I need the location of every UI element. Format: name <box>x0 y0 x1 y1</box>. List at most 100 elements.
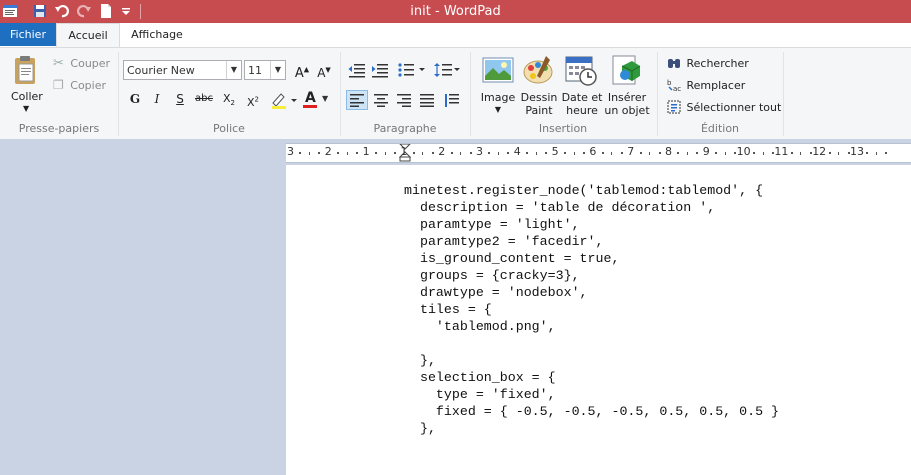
copy-icon: ❐ <box>53 78 64 92</box>
scissors-icon: ✂ <box>53 56 64 71</box>
editing-group-label: Édition <box>700 122 740 135</box>
select-all-button[interactable]: Sélectionner tout <box>667 100 781 114</box>
insert-object-button[interactable]: Insérer un objet <box>603 91 651 117</box>
ruler-tick <box>762 152 764 155</box>
object-label-line1: Insérer <box>607 91 647 104</box>
calendar-clock-icon[interactable] <box>565 54 597 86</box>
ruler-tick <box>318 152 321 154</box>
align-left-icon <box>350 94 364 107</box>
ruler-label: 1 <box>362 145 370 158</box>
paragraph-group-label: Paragraphe <box>373 122 437 135</box>
ruler-tick <box>866 152 869 154</box>
bullet-list-icon[interactable] <box>397 62 427 78</box>
strikethrough-button[interactable]: abc <box>194 89 214 109</box>
ruler-tick <box>299 152 302 154</box>
ruler-tick <box>696 152 699 154</box>
insert-object-icon[interactable] <box>610 54 642 86</box>
paint-drawing-button[interactable]: Dessin Paint <box>517 91 561 117</box>
paste-dropdown-icon[interactable]: ▼ <box>23 104 29 113</box>
justify-icon[interactable] <box>419 93 435 107</box>
paste-icon[interactable] <box>10 54 42 86</box>
document-line: is_ground_content = true, <box>419 251 620 266</box>
document-text[interactable]: minetest.register_node('tablemod:tablemo… <box>404 182 779 437</box>
highlight-color-icon[interactable] <box>270 91 298 109</box>
underline-button[interactable]: S <box>170 89 190 109</box>
tab-file[interactable]: Fichier <box>0 23 56 46</box>
ruler-tick <box>308 152 310 155</box>
subscript-button[interactable]: X2 <box>219 89 239 109</box>
ruler-tick <box>828 152 831 154</box>
ruler-label: 9 <box>702 145 710 158</box>
ruler[interactable]: 3 2 1 1 2 3 4 5 6 7 8 9 10 11 12 13 <box>286 143 911 163</box>
paste-button[interactable]: Coller <box>11 90 43 103</box>
ribbon-tab-row: Fichier Accueil Affichage <box>0 23 911 48</box>
document-line: type = 'fixed', <box>435 387 556 402</box>
ruler-tick <box>535 152 537 155</box>
date-label-line1: Date et <box>561 91 603 104</box>
document-line: paramtype = 'light', <box>419 217 580 232</box>
font-size-select[interactable]: 11 ▼ <box>244 60 286 80</box>
ruler-tick <box>620 152 623 154</box>
ruler-tick <box>753 152 756 154</box>
ruler-tick <box>393 152 396 154</box>
grow-font-button[interactable]: A▲ <box>292 60 312 81</box>
chevron-down-icon[interactable]: ▼ <box>478 103 518 116</box>
replace-button[interactable]: b ac Remplacer <box>667 78 746 93</box>
ruler-tick <box>658 152 661 154</box>
document-line: minetest.register_node('tablemod:tablemo… <box>404 183 764 198</box>
font-family-select[interactable]: Courier New ▼ <box>123 60 242 80</box>
decrease-indent-icon[interactable] <box>348 62 366 78</box>
chevron-down-icon[interactable]: ▼ <box>270 61 285 79</box>
align-left-button[interactable] <box>346 90 368 110</box>
ruler-tick <box>375 152 378 154</box>
document-line: fixed = { -0.5, -0.5, -0.5, 0.5, 0.5, 0.… <box>435 404 780 419</box>
paint-icon[interactable] <box>522 54 554 86</box>
ruler-label: 11 <box>774 145 789 158</box>
ruler-tick <box>601 152 604 154</box>
find-button[interactable]: Rechercher <box>667 56 749 70</box>
increase-indent-icon[interactable] <box>371 62 389 78</box>
font-color-button[interactable]: A ▼ <box>302 90 332 109</box>
ruler-label: 2 <box>438 145 446 158</box>
insert-group-label: Insertion <box>538 122 588 135</box>
ruler-tick <box>800 152 802 155</box>
window-title: init - WordPad <box>410 4 501 19</box>
date-time-button[interactable]: Date et heure <box>560 91 604 117</box>
document-line: }, <box>419 353 436 368</box>
ruler-tick <box>582 152 585 154</box>
superscript-button[interactable]: X2 <box>243 89 263 109</box>
copy-label: Copier <box>70 79 107 92</box>
ruler-tick <box>422 152 424 155</box>
ruler-label: 13 <box>850 145 864 158</box>
ruler-tick <box>686 152 688 155</box>
replace-label: Remplacer <box>686 79 746 92</box>
tab-home[interactable]: Accueil <box>56 23 120 48</box>
svg-text:ac: ac <box>673 85 681 92</box>
cut-button[interactable]: ✂ Couper <box>53 56 110 71</box>
ruler-tick <box>611 152 613 155</box>
copy-button[interactable]: ❐ Copier <box>53 78 106 92</box>
ruler-tick <box>460 152 462 155</box>
ruler-tick <box>715 152 718 154</box>
align-center-icon[interactable] <box>373 93 389 107</box>
ruler-label: 12 <box>812 145 827 158</box>
align-right-icon[interactable] <box>396 93 412 107</box>
ruler-tick <box>564 152 567 154</box>
shrink-font-button[interactable]: A▼ <box>314 60 334 80</box>
binoculars-icon <box>668 59 680 68</box>
select-all-icon <box>667 100 681 114</box>
paragraph-settings-icon[interactable] <box>444 93 460 107</box>
tab-view[interactable]: Affichage <box>122 23 192 46</box>
chevron-down-icon[interactable]: ▼ <box>226 61 241 79</box>
document-line: 'tablemod.png', <box>435 319 556 334</box>
font-color-swatch <box>303 105 317 108</box>
group-separator <box>783 52 784 136</box>
chevron-down-icon: ▼ <box>322 94 329 103</box>
bold-button[interactable]: G <box>125 89 145 109</box>
line-spacing-icon[interactable] <box>434 62 462 78</box>
image-icon[interactable] <box>482 54 514 86</box>
ruler-tick <box>356 152 359 154</box>
document-page[interactable]: minetest.register_node('tablemod:tablemo… <box>286 165 911 475</box>
italic-button[interactable]: I <box>147 89 167 109</box>
ruler-tick <box>431 152 434 154</box>
